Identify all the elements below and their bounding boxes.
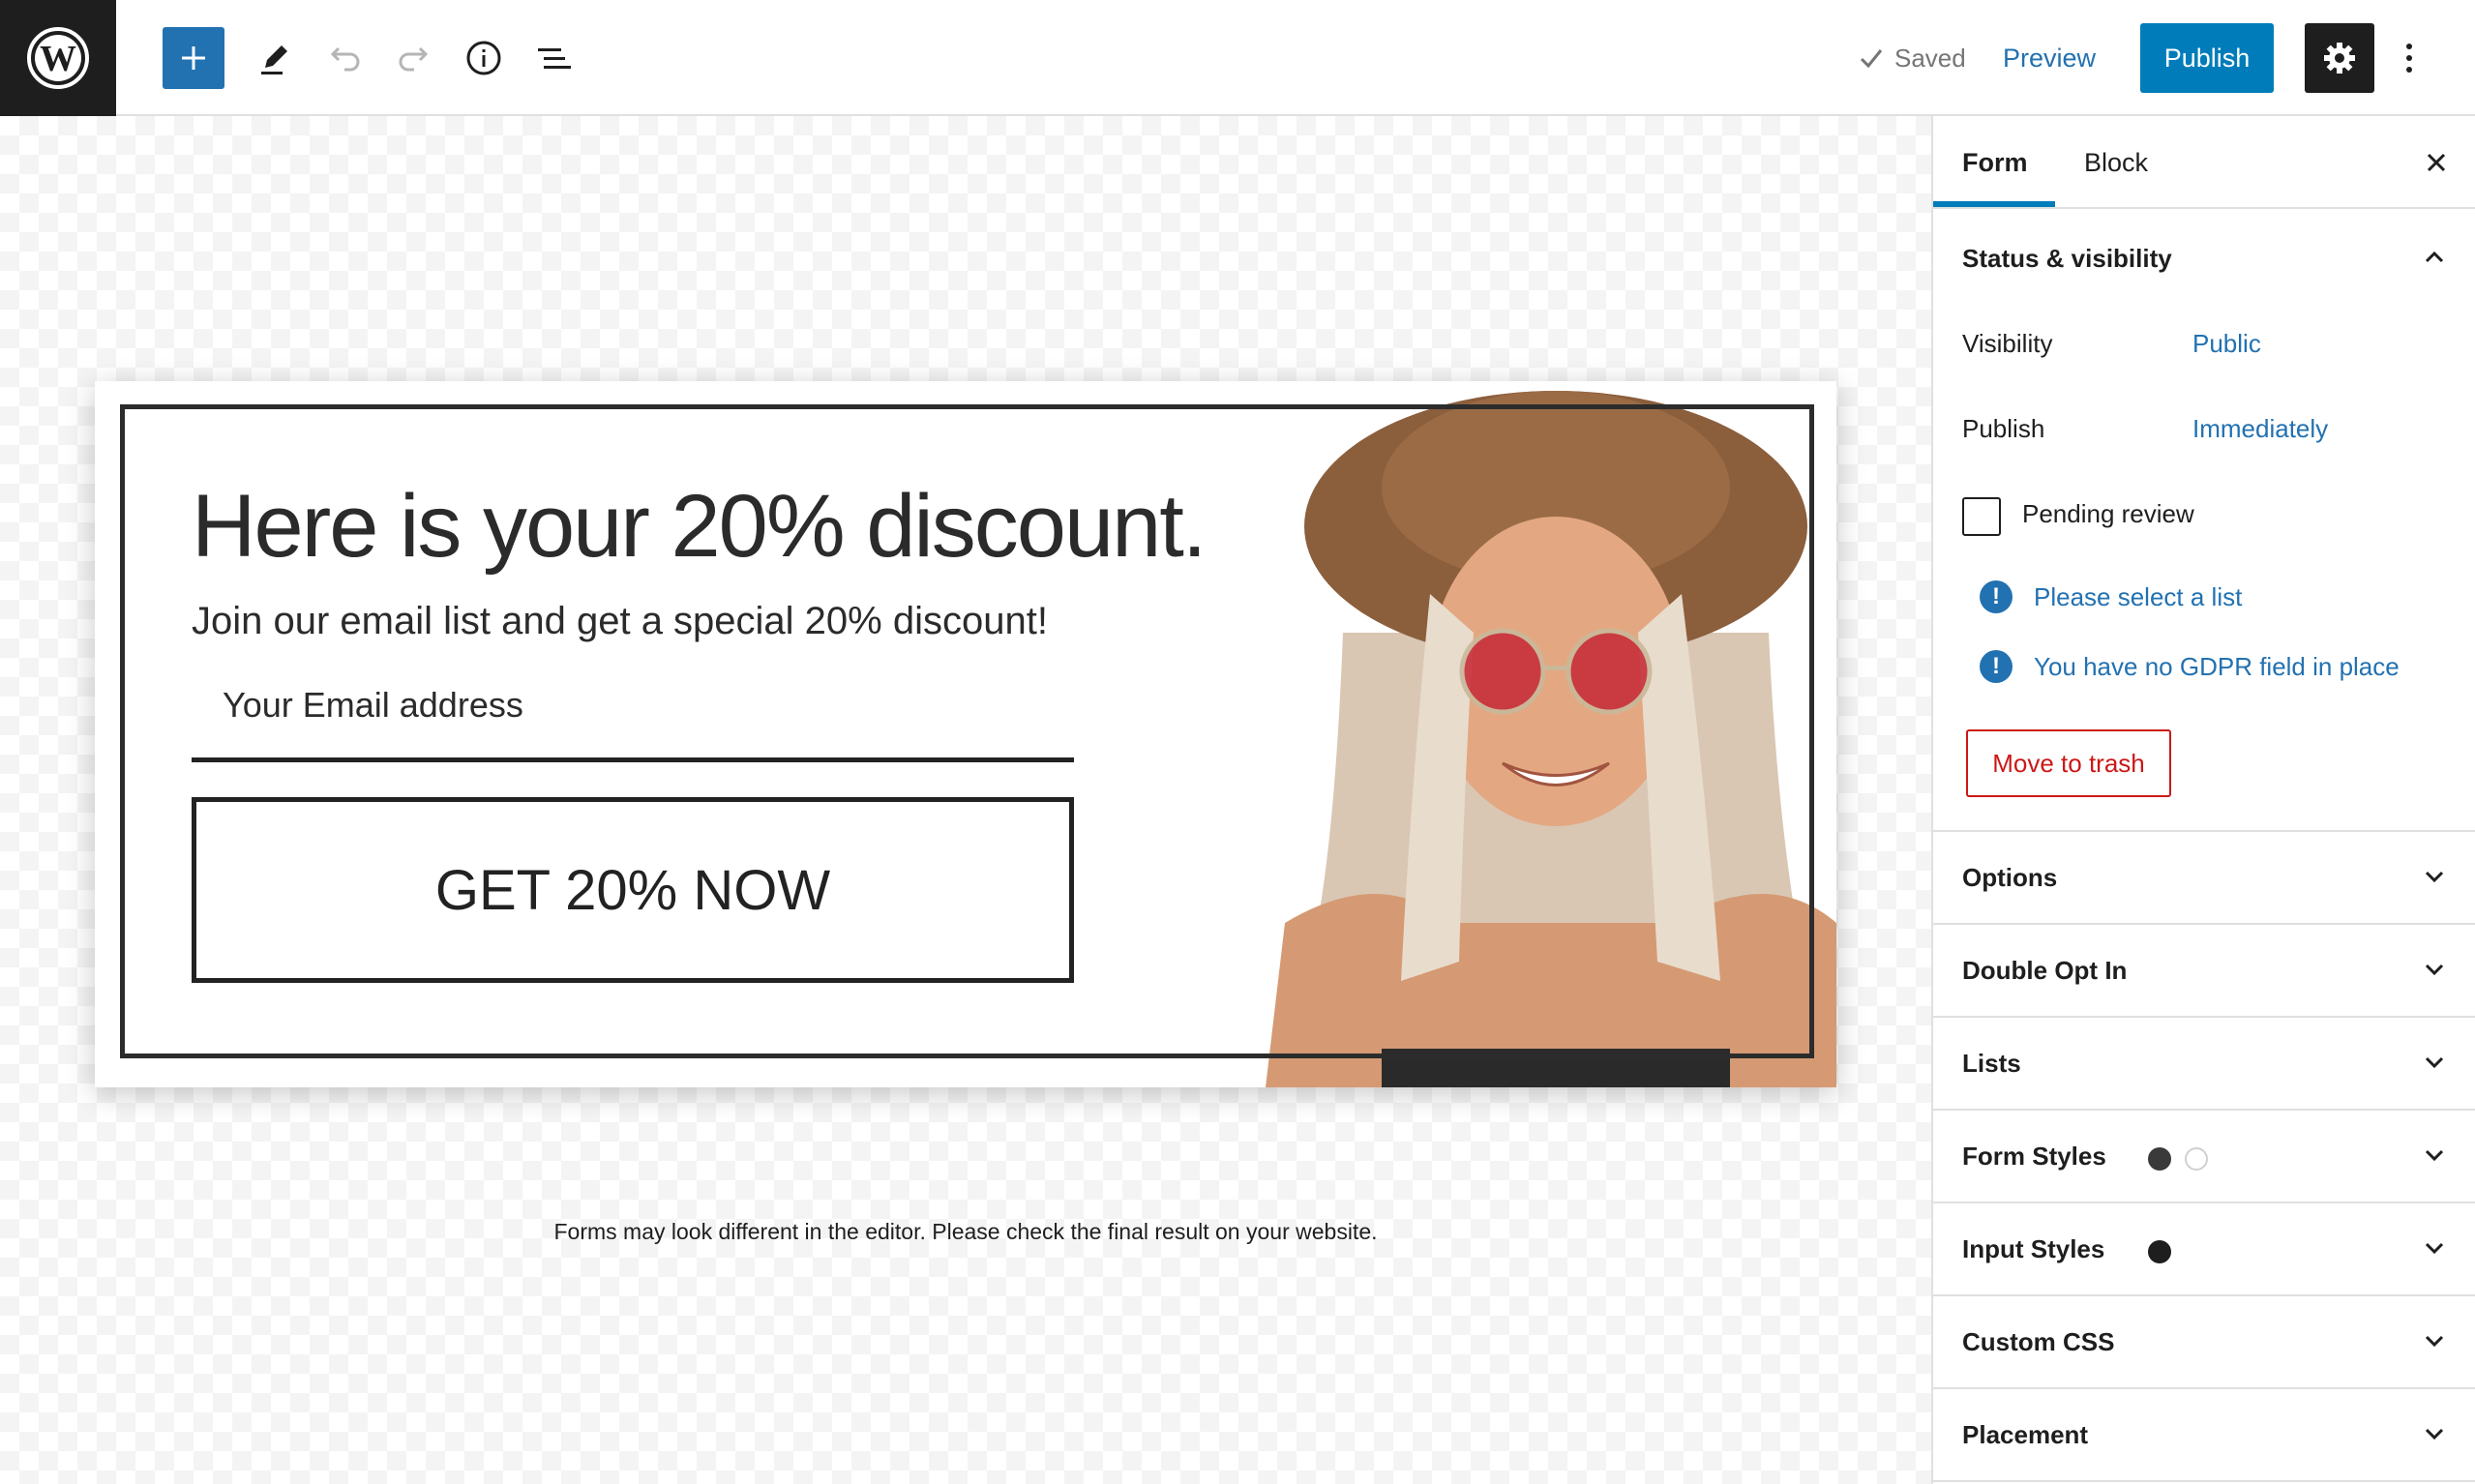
more-vertical-icon [2406, 44, 2412, 73]
status-visibility-panel: Status & visibility Visibility Public Pu… [1933, 209, 2475, 832]
panel-title: Placement [1962, 1420, 2089, 1449]
visibility-label: Visibility [1962, 329, 2053, 358]
visibility-value[interactable]: Public [2192, 329, 2261, 359]
form-headline[interactable]: Here is your 20% discount. [192, 476, 1207, 578]
panel-title: Options [1962, 863, 2058, 892]
undo-button[interactable] [313, 27, 375, 89]
publish-button[interactable]: Publish [2140, 23, 2274, 93]
notice-text: You have no GDPR field in place [2034, 651, 2400, 681]
pending-review-label[interactable]: Pending review [2022, 499, 2194, 529]
info-icon [466, 41, 501, 75]
panel-form-styles[interactable]: Form Styles [1933, 1111, 2475, 1203]
pencil-icon [261, 45, 287, 74]
chevron-down-icon [2421, 863, 2448, 895]
panel-title: Custom CSS [1962, 1327, 2115, 1356]
tab-block[interactable]: Block [2084, 116, 2148, 209]
woman-in-straw-hat-photo [1266, 381, 1836, 1087]
block-inserter-button[interactable] [163, 27, 224, 89]
panel-input-styles[interactable]: Input Styles [1933, 1203, 2475, 1296]
settings-sidebar: Form Block Status & visibility Visibilit… [1931, 116, 2475, 1484]
color-swatch-dark [2148, 1240, 2171, 1263]
editor-header: W Saved Preview Publish [0, 0, 2475, 116]
check-icon [1860, 49, 1883, 69]
notice-text: Please select a list [2034, 581, 2243, 611]
panel-double-opt-in[interactable]: Double Opt In [1933, 925, 2475, 1018]
svg-text:W: W [40, 39, 76, 79]
plus-icon [182, 46, 205, 70]
chevron-up-icon[interactable] [2421, 244, 2448, 276]
undo-icon [330, 46, 360, 72]
notice-gdpr[interactable]: ! You have no GDPR field in place [1980, 650, 2400, 683]
form-image[interactable] [1266, 381, 1836, 1087]
settings-button[interactable] [2305, 23, 2374, 93]
panel-options[interactable]: Options [1933, 832, 2475, 925]
saved-status: Saved [1858, 39, 1966, 77]
gear-icon [2324, 43, 2355, 74]
pending-review-checkbox[interactable] [1962, 497, 2001, 536]
details-button[interactable] [453, 27, 515, 89]
list-view-icon [538, 48, 571, 69]
redo-button[interactable] [383, 27, 445, 89]
more-options-button[interactable] [2390, 23, 2429, 93]
tab-form[interactable]: Form [1962, 116, 2028, 209]
panel-title: Input Styles [1962, 1234, 2105, 1263]
preview-button[interactable]: Preview [2003, 23, 2096, 93]
active-tab-indicator [1933, 201, 2055, 207]
editor-note: Forms may look different in the editor. … [553, 1219, 1378, 1244]
panel-title: Form Styles [1962, 1142, 2106, 1171]
chevron-down-icon [2421, 1234, 2448, 1266]
list-view-button[interactable] [522, 27, 584, 89]
email-field[interactable]: Your Email address [192, 671, 1074, 762]
chevron-down-icon [2421, 1142, 2448, 1173]
color-swatch-dark [2148, 1147, 2171, 1171]
color-swatch-white [2185, 1147, 2208, 1171]
sidebar-tabs: Form Block [1933, 116, 2475, 209]
editor-canvas: Here is your 20% discount. Join our emai… [0, 116, 1931, 1484]
publish-label: Publish [1962, 414, 2045, 443]
move-to-trash-button[interactable]: Move to trash [1966, 729, 2171, 797]
chevron-down-icon [2421, 1327, 2448, 1359]
chevron-down-icon [2421, 1049, 2448, 1081]
submit-button[interactable]: GET 20% NOW [192, 797, 1074, 983]
panel-custom-css[interactable]: Custom CSS [1933, 1296, 2475, 1389]
notice-select-list[interactable]: ! Please select a list [1980, 580, 2242, 613]
panel-title: Lists [1962, 1049, 2021, 1078]
saved-label: Saved [1894, 43, 1966, 73]
panel-lists[interactable]: Lists [1933, 1018, 2475, 1111]
wordpress-logo-icon[interactable]: W [0, 0, 116, 116]
form-subheading[interactable]: Join our email list and get a special 20… [192, 600, 1048, 643]
form-preview[interactable]: Here is your 20% discount. Join our emai… [95, 381, 1836, 1087]
chevron-down-icon [2421, 956, 2448, 988]
close-sidebar-button[interactable] [2415, 141, 2458, 184]
close-icon [2427, 153, 2446, 172]
email-placeholder: Your Email address [223, 685, 523, 725]
alert-icon: ! [1980, 650, 2013, 683]
panel-title[interactable]: Status & visibility [1962, 244, 2172, 274]
alert-icon: ! [1980, 580, 2013, 613]
publish-value[interactable]: Immediately [2192, 414, 2328, 444]
panel-title: Double Opt In [1962, 956, 2128, 985]
edit-tool-button[interactable] [244, 27, 306, 89]
panel-placement[interactable]: Placement [1933, 1389, 2475, 1482]
redo-icon [399, 46, 429, 72]
chevron-down-icon [2421, 1420, 2448, 1452]
